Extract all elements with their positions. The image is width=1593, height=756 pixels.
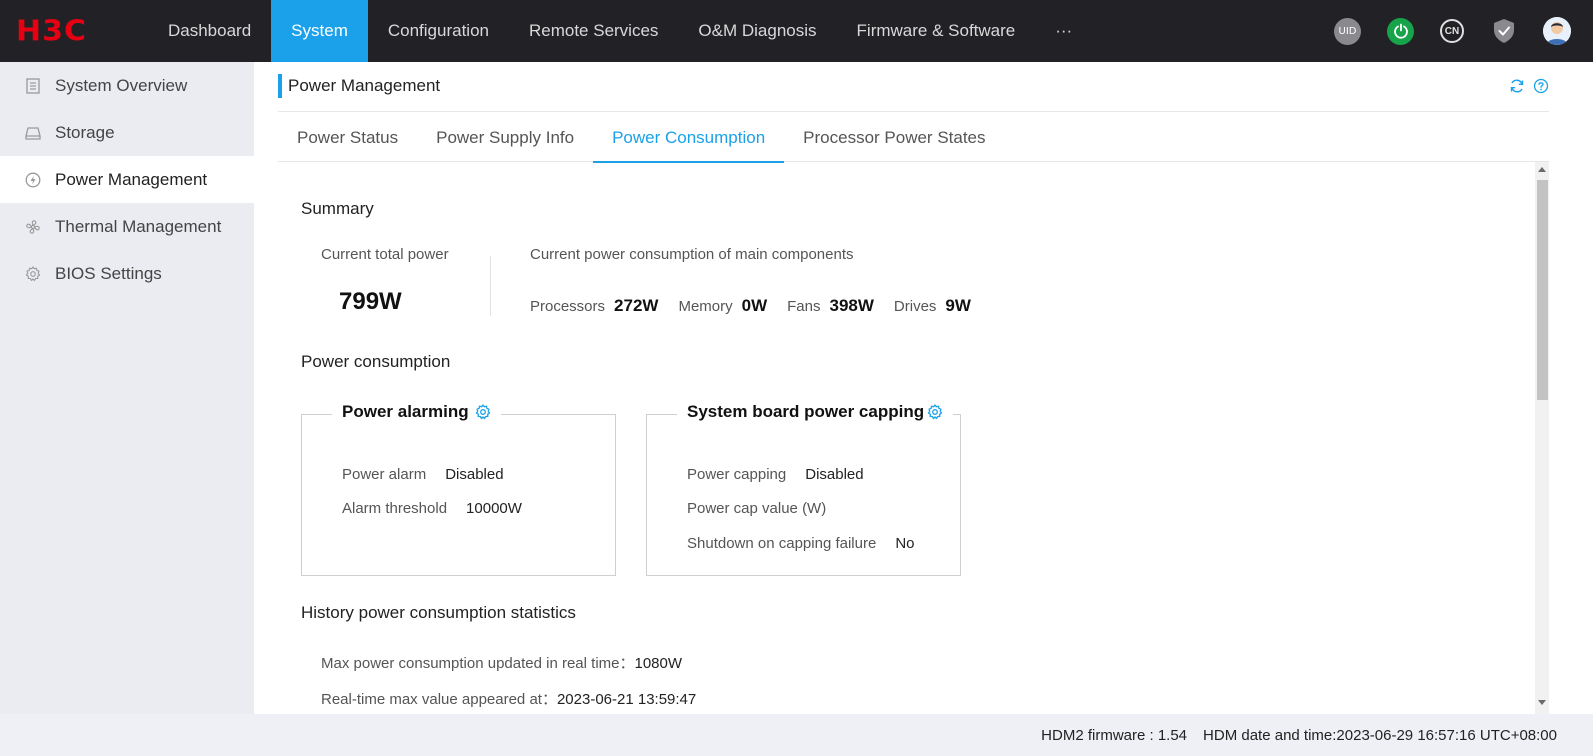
power-capping-label: Power capping: [687, 466, 787, 483]
nav-remote-services[interactable]: Remote Services: [509, 0, 678, 62]
settings-gear-icon[interactable]: [475, 404, 491, 420]
component-name: Processors: [530, 298, 606, 315]
summary-title: Summary: [301, 199, 374, 218]
history-max-value: 1080W: [634, 655, 683, 672]
tab-bar: Power Status Power Supply Info Power Con…: [278, 114, 1549, 163]
power-capping-title: System board power capping: [687, 402, 925, 421]
tab-power-supply-info[interactable]: Power Supply Info: [417, 114, 593, 162]
tab-power-consumption[interactable]: Power Consumption: [593, 114, 785, 163]
sidebar-item-label: Thermal Management: [55, 216, 222, 236]
user-avatar-icon[interactable]: [1543, 17, 1571, 45]
tab-processor-power-states[interactable]: Processor Power States: [784, 114, 1004, 162]
summary-divider: [490, 256, 491, 316]
sidebar-item-storage[interactable]: Storage: [0, 109, 254, 156]
component-value: 272W: [614, 296, 659, 315]
sidebar-item-system-overview[interactable]: System Overview: [0, 62, 254, 109]
sidebar: System Overview Storage Power Management…: [0, 62, 254, 714]
drive-icon: [24, 124, 42, 142]
tab-power-status[interactable]: Power Status: [278, 114, 417, 162]
uid-label: UID: [1338, 25, 1357, 37]
components-list: Processors 272W Memory 0W Fans 398W Driv…: [530, 296, 991, 316]
sidebar-item-label: Power Management: [55, 169, 208, 189]
power-capping-legend: System board power capping: [677, 402, 954, 422]
uid-icon[interactable]: UID: [1334, 17, 1361, 45]
nav-system[interactable]: System: [271, 0, 368, 62]
main-panel: Power Management Power Status Power Supp…: [254, 62, 1593, 714]
language-icon[interactable]: CN: [1440, 19, 1464, 43]
refresh-icon[interactable]: [1509, 78, 1525, 99]
sidebar-item-label: System Overview: [55, 75, 188, 95]
h3c-logo[interactable]: H3C: [0, 0, 140, 62]
alarm-threshold-label: Alarm threshold: [342, 500, 448, 517]
language-label: CN: [1444, 25, 1460, 37]
history-max-time-row: Real-time max value appeared at：2023-06-…: [321, 688, 696, 709]
component-name: Memory: [678, 298, 733, 315]
power-bolt-icon: [24, 171, 42, 189]
title-accent-bar: [278, 74, 282, 98]
components-label: Current power consumption of main compon…: [530, 246, 854, 263]
nav-om-diagnosis[interactable]: O&M Diagnosis: [678, 0, 836, 62]
document-icon: [24, 77, 42, 95]
power-capping-row: Power capping Disabled: [687, 466, 864, 483]
firmware-version: HDM2 firmware : 1.54: [1041, 726, 1188, 744]
power-consumption-title: Power consumption: [301, 352, 451, 371]
sidebar-item-thermal-management[interactable]: Thermal Management: [0, 203, 254, 250]
page-header: Power Management: [278, 74, 1549, 112]
history-max-time-label: Real-time max value appeared at：: [321, 691, 557, 708]
history-max-time-value: 2023-06-21 13:59:47: [556, 691, 697, 708]
power-alarm-value: Disabled: [445, 466, 504, 483]
alarm-threshold-value: 10000W: [466, 500, 522, 517]
component-value: 398W: [829, 296, 874, 315]
scrollbar-thumb[interactable]: [1537, 180, 1548, 400]
main-nav: Dashboard System Configuration Remote Se…: [148, 0, 1092, 62]
nav-configuration[interactable]: Configuration: [368, 0, 509, 62]
gear-icon: [24, 265, 42, 283]
history-max-row: Max power consumption updated in real ti…: [321, 652, 682, 673]
scroll-up-arrow-icon[interactable]: [1535, 166, 1549, 176]
power-cap-value-row: Power cap value (W): [687, 500, 845, 517]
component-name: Drives: [893, 298, 937, 315]
power-alarming-legend: Power alarming: [332, 402, 501, 422]
power-capping-value: Disabled: [805, 466, 864, 483]
component-name: Fans: [787, 298, 821, 315]
page-title: Power Management: [288, 76, 441, 95]
power-alarm-row: Power alarm Disabled: [342, 466, 504, 483]
alarm-threshold-row: Alarm threshold 10000W: [342, 500, 522, 517]
sidebar-item-power-management[interactable]: Power Management: [0, 156, 254, 203]
logo-text: H3C: [16, 14, 87, 48]
shutdown-on-failure-row: Shutdown on capping failure No: [687, 535, 915, 552]
total-power-value: 799W: [339, 288, 402, 315]
power-cap-value-label: Power cap value (W): [687, 500, 827, 517]
content-area: Summary Current total power 799W Current…: [278, 162, 1530, 714]
history-max-label: Max power consumption updated in real ti…: [321, 655, 635, 672]
nav-more[interactable]: ···: [1035, 0, 1092, 62]
settings-gear-icon[interactable]: [927, 404, 943, 420]
top-icon-group: UID CN: [1334, 0, 1571, 62]
content-scrollbar[interactable]: [1535, 162, 1549, 714]
fan-icon: [24, 218, 42, 236]
power-alarming-panel: Power alarming Power alarm Disabled Alar…: [301, 402, 616, 576]
shutdown-on-failure-label: Shutdown on capping failure: [687, 535, 877, 552]
help-icon[interactable]: [1533, 78, 1549, 99]
shield-icon[interactable]: [1490, 18, 1517, 45]
component-value: 9W: [945, 296, 971, 315]
power-alarm-label: Power alarm: [342, 466, 427, 483]
top-navigation-bar: H3C Dashboard System Configuration Remot…: [0, 0, 1593, 62]
sidebar-item-label: BIOS Settings: [55, 263, 162, 283]
power-capping-panel: System board power capping Power capping…: [646, 402, 961, 576]
power-icon[interactable]: [1387, 17, 1414, 45]
nav-firmware-software[interactable]: Firmware & Software: [837, 0, 1036, 62]
power-alarming-title: Power alarming: [342, 402, 469, 421]
history-title: History power consumption statistics: [301, 603, 576, 622]
component-value: 0W: [741, 296, 768, 315]
total-power-label: Current total power: [321, 246, 449, 263]
sidebar-item-bios-settings[interactable]: BIOS Settings: [0, 250, 254, 297]
nav-dashboard[interactable]: Dashboard: [148, 0, 271, 62]
header-actions: [1509, 78, 1549, 99]
scroll-down-arrow-icon[interactable]: [1535, 700, 1549, 710]
hdm-datetime: HDM date and time:2023-06-29 16:57:16 UT…: [1203, 726, 1557, 744]
sidebar-item-label: Storage: [55, 122, 115, 142]
shutdown-on-failure-value: No: [895, 535, 915, 552]
status-footer: HDM2 firmware : 1.54 HDM date and time:2…: [0, 714, 1593, 756]
